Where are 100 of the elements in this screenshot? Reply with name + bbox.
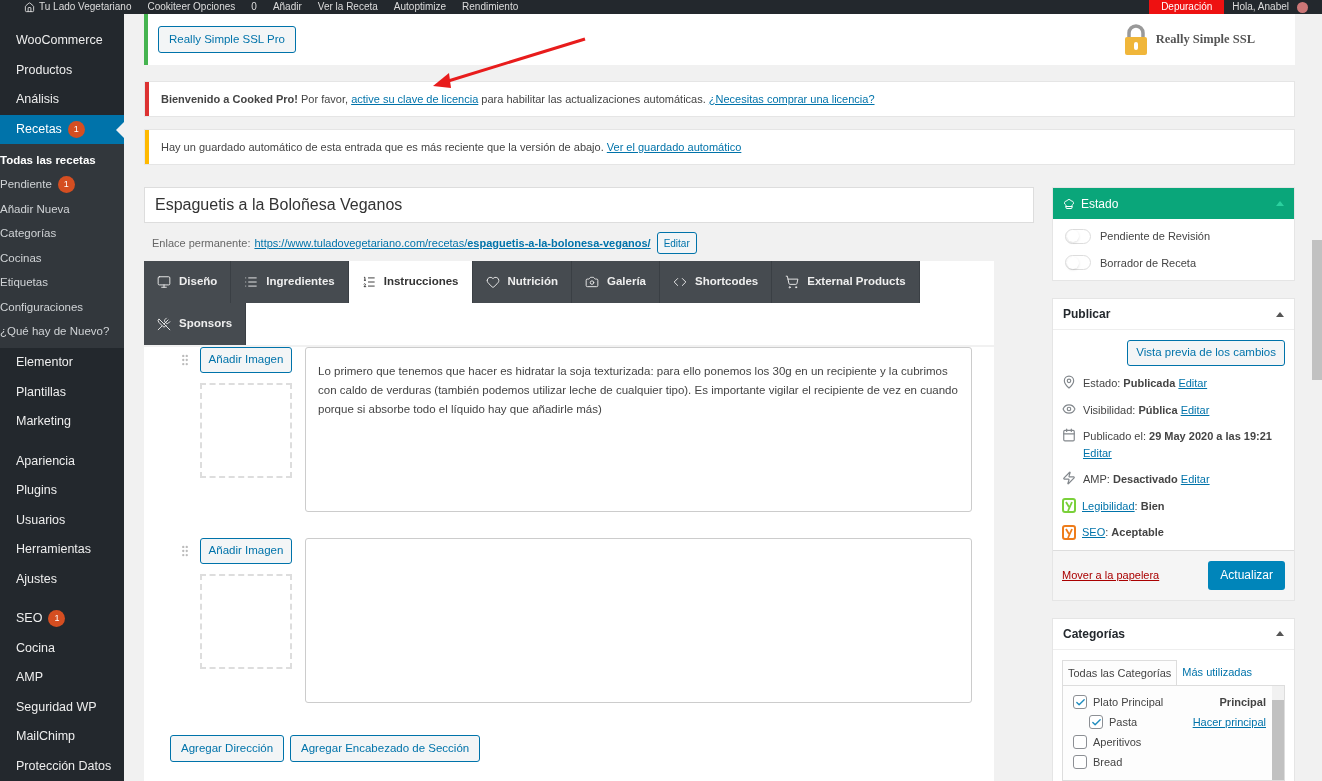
- recipe-tab[interactable]: Ingredientes: [231, 261, 349, 303]
- category-checkbox[interactable]: [1089, 715, 1103, 729]
- image-placeholder[interactable]: [200, 383, 292, 478]
- admin-bar-link[interactable]: Cookiteer Opciones: [147, 2, 236, 12]
- sidebar-item[interactable]: WooCommerce: [0, 26, 124, 56]
- avatar-icon: [1297, 1, 1308, 13]
- debug-label[interactable]: Depuración: [1149, 0, 1225, 14]
- sidebar-item[interactable]: SEO 1: [0, 604, 124, 634]
- toggle-switch[interactable]: [1065, 255, 1091, 271]
- admin-bar-link[interactable]: Añadir: [272, 2, 302, 12]
- update-button[interactable]: Actualizar: [1208, 560, 1285, 590]
- collapse-arrow-icon[interactable]: [1276, 631, 1284, 636]
- submenu-item[interactable]: Todas las recetas: [0, 148, 124, 173]
- category-label: Bread: [1093, 754, 1124, 770]
- count-badge: 1: [67, 120, 85, 138]
- submenu-item[interactable]: Etiquetas: [0, 270, 124, 295]
- recipe-tab[interactable]: Diseño: [144, 261, 232, 303]
- category-tab[interactable]: Más utilizadas: [1177, 659, 1258, 685]
- sidebar-item[interactable]: Análisis: [0, 85, 124, 115]
- sidebar-item[interactable]: Ajustes: [0, 564, 124, 594]
- category-checkbox[interactable]: [1073, 755, 1087, 769]
- recipe-tab[interactable]: Shortcodes: [660, 261, 773, 303]
- sidebar-item[interactable]: Protección Datos: [0, 751, 124, 781]
- chef-hat-icon: [1063, 197, 1075, 210]
- admin-bar-link[interactable]: Tu Lado Vegetariano: [39, 2, 132, 12]
- sidebar-item[interactable]: Recetas 1: [0, 114, 124, 144]
- toggle-switch[interactable]: [1065, 228, 1091, 244]
- sidebar-item[interactable]: Herramientas: [0, 535, 124, 565]
- edit-link[interactable]: Editar: [1180, 473, 1210, 485]
- panel-title: Publicar: [1063, 306, 1111, 323]
- notice-link[interactable]: ¿Necesitas comprar una licencia?: [708, 92, 875, 105]
- greeting-link[interactable]: Hola, Anabel: [1232, 2, 1289, 12]
- admin-bar-link[interactable]: 0: [251, 2, 257, 12]
- submenu-item[interactable]: Categorías: [0, 221, 124, 246]
- permalink-label: Enlace permanente:: [152, 235, 251, 251]
- category-label: Plato Principal: [1093, 694, 1165, 710]
- sidebar-item[interactable]: Seguridad WP: [0, 692, 124, 722]
- add-section-button[interactable]: Agregar Dirección: [170, 735, 285, 762]
- admin-bar-link[interactable]: Rendimiento: [462, 2, 519, 12]
- notice-link[interactable]: Ver el guardado automático: [606, 140, 742, 153]
- recipe-tab[interactable]: Sponsors: [144, 303, 247, 345]
- scrollbar[interactable]: [1272, 686, 1284, 780]
- recipe-tab[interactable]: Nutrición: [472, 261, 572, 303]
- recipe-tab[interactable]: Galería: [572, 261, 660, 303]
- submenu-item[interactable]: Añadir Nueva: [0, 197, 124, 222]
- preview-button[interactable]: Vista previa de los cambios: [1127, 340, 1285, 366]
- category-label: Aperitivos: [1093, 734, 1143, 750]
- category-checkbox[interactable]: [1073, 735, 1087, 749]
- heart-icon: [485, 275, 500, 289]
- submenu-item[interactable]: ¿Qué hay de Nuevo?: [0, 319, 124, 344]
- camera-icon: [585, 275, 599, 289]
- category-checkbox[interactable]: [1073, 695, 1087, 709]
- notice-message: Hay un guardado automático de esta entrada que es más reciente que la versión de abajo. Ver el guardado automático: [161, 139, 742, 155]
- submenu-item[interactable]: Configuraciones: [0, 295, 124, 320]
- numbered-list-icon: [361, 275, 376, 289]
- list-icon: [244, 275, 259, 289]
- submenu-item[interactable]: Cocinas: [0, 246, 124, 271]
- publish-detail: Estado: Publicada Editar: [1083, 376, 1208, 391]
- ssl-logo-text: Really Simple SSL: [1155, 31, 1255, 49]
- edit-link[interactable]: Editar: [1180, 403, 1210, 416]
- count-badge: 1: [57, 176, 75, 194]
- title-field[interactable]: Espaguetis a la Boloñesa Veganos: [144, 187, 1034, 223]
- edit-permalink-button[interactable]: Editar: [656, 232, 697, 254]
- sidebar-item[interactable]: Plugins: [0, 476, 124, 506]
- sidebar-item[interactable]: AMP: [0, 663, 124, 693]
- admin-bar-link[interactable]: Autoptimize: [393, 2, 447, 12]
- sidebar-item[interactable]: Usuarios: [0, 505, 124, 535]
- add-section-button[interactable]: Agregar Encabezado de Sección: [290, 735, 481, 762]
- edit-link[interactable]: Editar: [1083, 446, 1112, 459]
- collapse-arrow-icon[interactable]: [1276, 311, 1284, 317]
- admin-bar-link[interactable]: Ver la Receta: [317, 2, 378, 12]
- make-primary-link[interactable]: Hacer principal: [1192, 713, 1266, 731]
- add-image-button[interactable]: Añadir Imagen: [200, 347, 292, 373]
- instruction-field[interactable]: Lo primero que tenemos que hacer es hidratar la soja texturizada: para ello ponemos los 30g en un recipiente y la cubrimos con caldo de verduras (también podemos utilizar leche de cualquier tipo). Es importante vigilar el recipiente de vez en cuando porque si absorbe todo el líquido hay que añadirle más): [305, 347, 972, 512]
- sidebar-item[interactable]: MailChimp: [0, 722, 124, 752]
- sidebar-item[interactable]: Cocina: [0, 633, 124, 663]
- home-icon: [24, 1, 35, 13]
- edit-link[interactable]: Legibilidad: [1082, 499, 1135, 512]
- code-icon: [673, 275, 687, 289]
- sidebar-item[interactable]: Apariencia: [0, 446, 124, 476]
- submenu-item[interactable]: Pendiente 1: [0, 172, 124, 197]
- notice-link[interactable]: active su clave de licencia: [351, 92, 479, 105]
- instruction-field[interactable]: [305, 538, 972, 703]
- sidebar-item[interactable]: Plantillas: [0, 377, 124, 407]
- add-image-button[interactable]: Añadir Imagen: [200, 538, 292, 564]
- edit-link[interactable]: Editar: [1178, 377, 1208, 389]
- primary-label: Principal: [1219, 694, 1266, 710]
- trash-link[interactable]: Mover a la papelera: [1062, 566, 1160, 584]
- publish-detail: AMP: Desactivado Editar: [1083, 472, 1210, 487]
- sidebar-item[interactable]: Productos: [0, 55, 124, 85]
- image-placeholder[interactable]: [200, 574, 292, 669]
- recipe-tab[interactable]: External Products: [772, 261, 920, 303]
- panel-header[interactable]: Categorías: [1053, 618, 1294, 650]
- category-tab[interactable]: Todas las Categorías: [1062, 659, 1178, 685]
- sidebar-item[interactable]: Marketing: [0, 407, 124, 437]
- permalink-link[interactable]: https://www.tuladovegetariano.com/recetas/espaguetis-a-la-bolonesa-veganos/: [254, 234, 651, 252]
- ssl-pro-button[interactable]: Really Simple SSL Pro: [158, 25, 296, 54]
- panel-header[interactable]: Publicar: [1053, 299, 1294, 330]
- sidebar-item[interactable]: Elementor: [0, 348, 124, 378]
- calendar-icon: [1062, 428, 1076, 442]
